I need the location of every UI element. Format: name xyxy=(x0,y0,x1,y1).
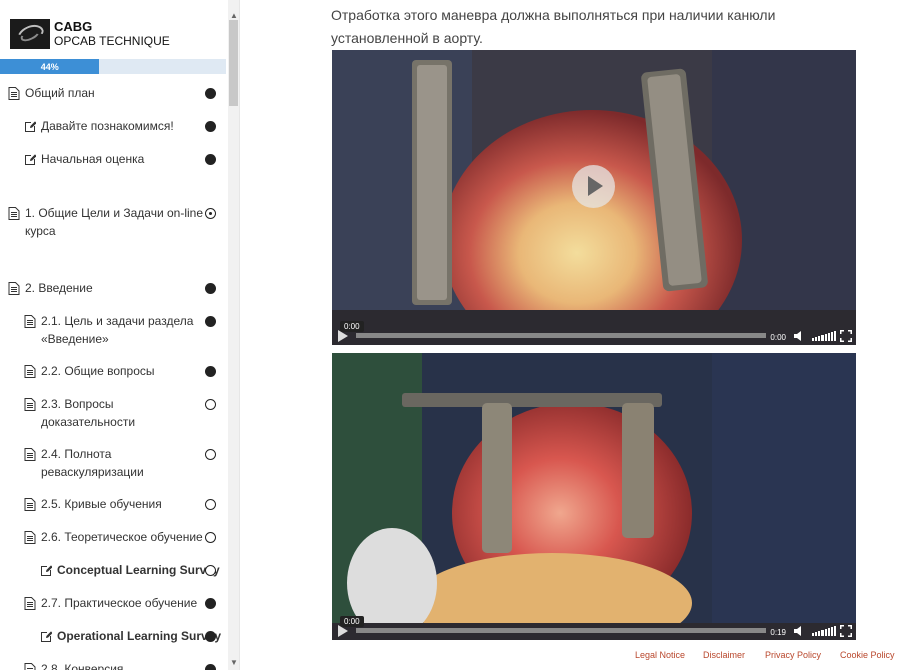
play-icon[interactable] xyxy=(572,165,615,208)
nav-item-label: 2.6. Теоретическое обучение xyxy=(41,530,203,544)
status-complete-icon xyxy=(205,121,216,132)
video-2-duration: 0:19 xyxy=(770,628,786,637)
video-2-controls: 0:00 0:19 xyxy=(332,616,856,640)
nav-item-label: 2.1. Цель и задачи раздела «Введение» xyxy=(41,314,194,346)
course-progress-bar: 44% xyxy=(0,59,226,74)
status-incomplete-icon xyxy=(205,499,216,510)
status-complete-icon xyxy=(205,664,216,670)
nav-item-label: 2.4. Полнота реваскуляризации xyxy=(41,447,144,479)
video-1-duration: 0:00 xyxy=(770,333,786,342)
status-incomplete-icon xyxy=(205,399,216,410)
nav-item-label: 2.7. Практическое обучение xyxy=(41,596,198,610)
status-complete-icon xyxy=(205,598,216,609)
fullscreen-icon[interactable] xyxy=(840,330,852,342)
status-complete-icon xyxy=(205,283,216,294)
status-incomplete-icon xyxy=(205,449,216,460)
fullscreen-icon[interactable] xyxy=(840,625,852,637)
document-icon xyxy=(24,315,36,328)
document-icon xyxy=(24,498,36,511)
sidebar-scroll-thumb[interactable] xyxy=(229,20,238,106)
video-2-seek-bar[interactable] xyxy=(356,628,766,633)
nav-item-label: 2.8. Конверсия xyxy=(41,662,124,670)
nav-item-label: Conceptual Learning Survey xyxy=(57,563,220,577)
logo-icon xyxy=(10,19,50,49)
nav-item-label: 2.5. Кривые обучения xyxy=(41,497,162,511)
scroll-up-icon[interactable]: ▲ xyxy=(228,10,239,22)
nav-item-label: 1. Общие Цели и Задачи on-line курса xyxy=(25,206,204,238)
status-incomplete-icon xyxy=(205,532,216,543)
volume-slider[interactable] xyxy=(812,331,836,341)
nav-item-label: 2.2. Общие вопросы xyxy=(41,364,155,378)
status-complete-icon xyxy=(205,316,216,327)
video-player-2[interactable]: 0:00 0:19 xyxy=(332,353,856,640)
status-complete-icon xyxy=(205,154,216,165)
footer-link-cookie[interactable]: Cookie Policy xyxy=(840,650,895,660)
footer-link-legal[interactable]: Legal Notice xyxy=(635,650,685,660)
nav-item-label: Общий план xyxy=(25,86,95,100)
video-2-frame xyxy=(332,353,856,640)
scroll-down-icon[interactable]: ▼ xyxy=(228,657,239,669)
nav-item-label: 2. Введение xyxy=(25,281,93,295)
play-button[interactable] xyxy=(338,330,348,342)
document-icon xyxy=(8,87,20,100)
course-sidebar: CABG OPCAB TECHNIQUE 44% Общий план Давай… xyxy=(0,0,240,670)
lesson-text: Отработка этого маневра должна выполнять… xyxy=(331,7,776,46)
video-player-1[interactable]: 0:00 0:00 xyxy=(332,50,856,345)
nav-item-label: Давайте познакомимся! xyxy=(41,119,174,133)
status-incomplete-icon xyxy=(205,565,216,576)
document-icon xyxy=(8,282,20,295)
document-icon xyxy=(24,663,36,670)
brand-logo[interactable]: CABG OPCAB TECHNIQUE xyxy=(10,18,170,50)
nav-item-label: Начальная оценка xyxy=(41,152,145,166)
edit-icon xyxy=(24,153,37,166)
status-complete-icon xyxy=(205,366,216,377)
brand-title: CABG xyxy=(54,19,93,34)
video-1-seek-bar[interactable] xyxy=(356,333,766,338)
progress-fill: 44% xyxy=(0,59,100,74)
nav-item-label: Operational Learning Survey xyxy=(57,629,222,643)
edit-icon xyxy=(40,564,53,577)
edit-icon xyxy=(40,630,53,643)
document-icon xyxy=(24,597,36,610)
document-icon xyxy=(24,531,36,544)
volume-icon[interactable] xyxy=(794,626,806,636)
document-icon xyxy=(8,207,20,220)
status-complete-icon xyxy=(205,631,216,642)
footer-link-disclaimer[interactable]: Disclaimer xyxy=(703,650,745,660)
video-1-controls: 0:00 0:00 xyxy=(332,321,856,345)
volume-icon[interactable] xyxy=(794,331,806,341)
document-icon xyxy=(24,398,36,411)
document-icon xyxy=(24,365,36,378)
footer-link-privacy[interactable]: Privacy Policy xyxy=(765,650,821,660)
status-complete-icon xyxy=(205,88,216,99)
volume-slider[interactable] xyxy=(812,626,836,636)
document-icon xyxy=(24,448,36,461)
edit-icon xyxy=(24,120,37,133)
play-button[interactable] xyxy=(338,625,348,637)
status-current-icon xyxy=(205,208,216,219)
nav-item-label: 2.3. Вопросы доказательности xyxy=(41,397,136,429)
brand-subtitle: OPCAB TECHNIQUE xyxy=(54,34,170,48)
